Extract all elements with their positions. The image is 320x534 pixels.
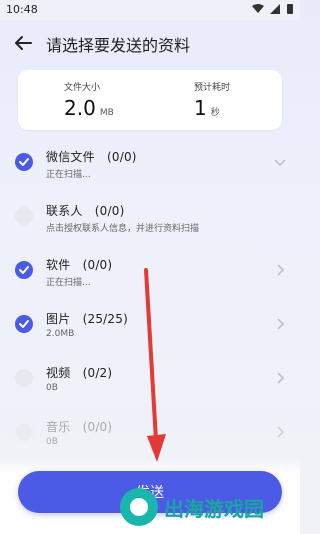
item-title: 软件 (0/0) — [46, 258, 113, 272]
estimated-time-unit: 秒 — [210, 108, 220, 118]
status-bar: 10:48 — [0, 0, 300, 20]
estimated-time-value-row: 1 秒 — [194, 96, 230, 120]
list-item-videos[interactable]: 视频 (0/2) 0B — [0, 354, 300, 408]
item-title: 联系人 (0/0) — [46, 204, 125, 218]
check-icon — [19, 266, 29, 274]
item-subtitle: 0B — [46, 437, 58, 447]
file-size-unit: MB — [99, 108, 114, 118]
item-subtitle: 点击授权联系人信息，并进行资料扫描 — [46, 224, 200, 234]
chevron-down-icon[interactable] — [274, 154, 286, 170]
item-title: 微信文件 (0/0) — [46, 150, 137, 164]
item-subtitle: 正在扫描... — [46, 170, 91, 180]
list-item-contacts[interactable]: 联系人 (0/0) 点击授权联系人信息，并进行资料扫描 — [0, 192, 300, 246]
list-item-apps[interactable]: 软件 (0/0) 正在扫描... — [0, 246, 300, 300]
page-title: 请选择要发送的资料 — [46, 36, 191, 55]
item-title: 图片 (25/25) — [46, 312, 128, 326]
estimated-time-value: 1 — [194, 96, 207, 120]
item-subtitle: 0B — [46, 383, 58, 393]
file-size-stat: 文件大小 2.0 MB — [64, 80, 114, 120]
watermark: 出海游戏园 — [120, 488, 264, 526]
chevron-right-icon[interactable] — [274, 424, 286, 440]
chevron-right-icon[interactable] — [274, 370, 286, 386]
list-item-wechat[interactable]: 微信文件 (0/0) 正在扫描... — [0, 138, 300, 192]
wifi-icon — [252, 4, 264, 13]
estimated-time-label: 预计耗时 — [194, 83, 231, 93]
checkbox-checked[interactable] — [15, 261, 33, 279]
watermark-text: 出海游戏园 — [164, 496, 264, 521]
back-arrow-icon[interactable] — [12, 32, 34, 54]
chevron-right-icon[interactable] — [274, 316, 286, 332]
checkbox-checked[interactable] — [15, 315, 33, 333]
summary-card: 文件大小 2.0 MB 预计耗时 1 秒 — [18, 70, 282, 130]
file-size-value: 2.0 — [64, 96, 96, 120]
list-item-photos[interactable]: 图片 (25/25) 2.0MB — [0, 300, 300, 354]
file-size-label: 文件大小 — [64, 83, 101, 93]
status-icons — [252, 3, 294, 15]
file-size-value-row: 2.0 MB — [64, 96, 114, 120]
checkbox-checked[interactable] — [15, 153, 33, 171]
item-title: 视频 (0/2) — [46, 366, 113, 380]
chevron-right-icon[interactable] — [274, 262, 286, 278]
data-type-list: 微信文件 (0/0) 正在扫描... 联系人 (0/0) 点击授权联系人信息，并… — [0, 138, 300, 462]
checkbox-unchecked[interactable] — [15, 423, 33, 441]
estimated-time-stat: 预计耗时 1 秒 — [194, 80, 230, 120]
battery-icon — [287, 4, 293, 14]
list-item-music[interactable]: 音乐 (0/0) 0B — [0, 408, 300, 462]
check-icon — [19, 158, 29, 166]
check-icon — [19, 320, 29, 328]
signal-icon — [270, 4, 280, 14]
watermark-logo-icon — [120, 488, 158, 526]
status-time: 10:48 — [6, 3, 38, 16]
item-subtitle: 正在扫描... — [46, 278, 91, 288]
item-title: 音乐 (0/0) — [46, 420, 113, 434]
item-subtitle: 2.0MB — [46, 329, 75, 339]
checkbox-unchecked[interactable] — [15, 369, 33, 387]
checkbox-unchecked[interactable] — [15, 207, 33, 225]
title-bar: 请选择要发送的资料 — [0, 24, 300, 64]
